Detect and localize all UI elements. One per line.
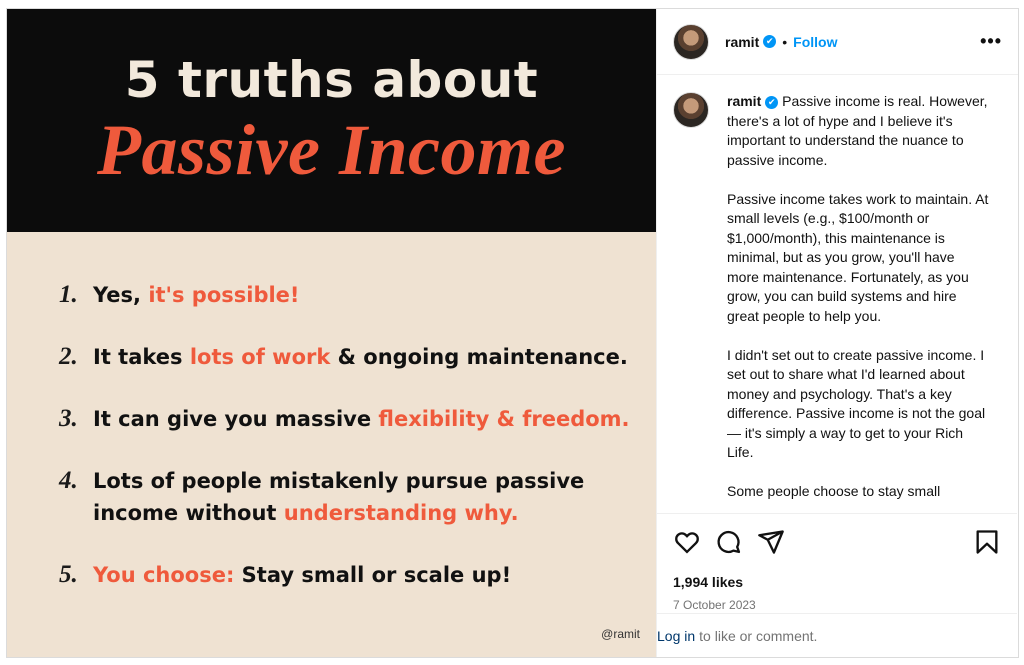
caption-paragraph-3: I didn't set out to create passive incom…	[727, 346, 986, 461]
instagram-post: 5 truths about Passive Income 1. Yes, it…	[6, 8, 1019, 658]
share-icon[interactable]	[757, 528, 785, 556]
like-heart-icon[interactable]	[673, 528, 701, 556]
separator-dot: •	[782, 33, 788, 50]
login-prompt: Log in to like or comment.	[657, 613, 1017, 657]
truth-number: 5.	[59, 561, 78, 588]
truth-text: It can give you massive flexibility & fr…	[93, 407, 630, 431]
avatar[interactable]	[673, 23, 709, 60]
caption-scroll-area[interactable]: ramit ✔ Passive income is real. However, …	[657, 76, 1017, 512]
truth-number: 2.	[59, 343, 78, 370]
verified-icon: ✔	[765, 95, 779, 109]
action-icons	[673, 528, 1001, 556]
login-link[interactable]: Log in	[657, 628, 695, 644]
post-date: 7 October 2023	[673, 598, 756, 612]
verified-icon: ✔	[763, 35, 777, 48]
follow-button[interactable]: Follow	[793, 34, 837, 50]
username-link[interactable]: ramit	[725, 34, 759, 50]
caption-username[interactable]: ramit	[727, 93, 761, 109]
truth-item-2: 2. It takes lots of work & ongoing maint…	[59, 341, 628, 373]
login-prompt-text: to like or comment.	[699, 627, 818, 644]
truth-item-5: 5. You choose: Stay small or scale up!	[59, 559, 511, 591]
caption-paragraph-4: Some people choose to stay small	[727, 483, 941, 499]
truth-number: 1.	[59, 281, 78, 308]
image-handle: @ramit	[601, 627, 640, 641]
image-headline-accent: Passive Income	[97, 110, 566, 190]
caption-row: ramit ✔ Passive income is real. However, …	[673, 92, 1001, 512]
truth-text: Yes, it's possible!	[93, 283, 300, 307]
post-image[interactable]: 5 truths about Passive Income 1. Yes, it…	[7, 9, 656, 657]
save-bookmark-icon[interactable]	[973, 528, 1001, 556]
truth-item-3: 3. It can give you massive flexibility &…	[59, 403, 630, 435]
avatar[interactable]	[673, 92, 709, 128]
more-options-icon[interactable]: •••	[980, 31, 1002, 52]
caption-paragraph-2: Passive income takes work to maintain. A…	[727, 190, 989, 324]
truth-item-1: 1. Yes, it's possible!	[59, 279, 300, 311]
truth-number: 4.	[59, 467, 78, 494]
comment-icon[interactable]	[715, 528, 743, 556]
post-header: ramit ✔ • Follow •••	[657, 9, 1018, 75]
post-sidebar: ramit ✔ • Follow ••• ramit ✔ Passive inco…	[656, 9, 1018, 657]
post-actions: 1,994 likes 7 October 2023	[657, 513, 1017, 612]
likes-count[interactable]: 1,994 likes	[673, 574, 1001, 590]
image-headline: 5 truths about	[124, 51, 539, 109]
truth-number: 3.	[59, 405, 78, 432]
truth-text: It takes lots of work & ongoing maintena…	[93, 345, 628, 369]
truth-text: You choose: Stay small or scale up!	[93, 563, 512, 587]
truth-item-4: 4. Lots of people mistakenly pursue pass…	[59, 465, 584, 529]
truth-text: Lots of people mistakenly pursue passive…	[93, 469, 585, 525]
caption-text: ramit ✔ Passive income is real. However, …	[727, 92, 989, 512]
